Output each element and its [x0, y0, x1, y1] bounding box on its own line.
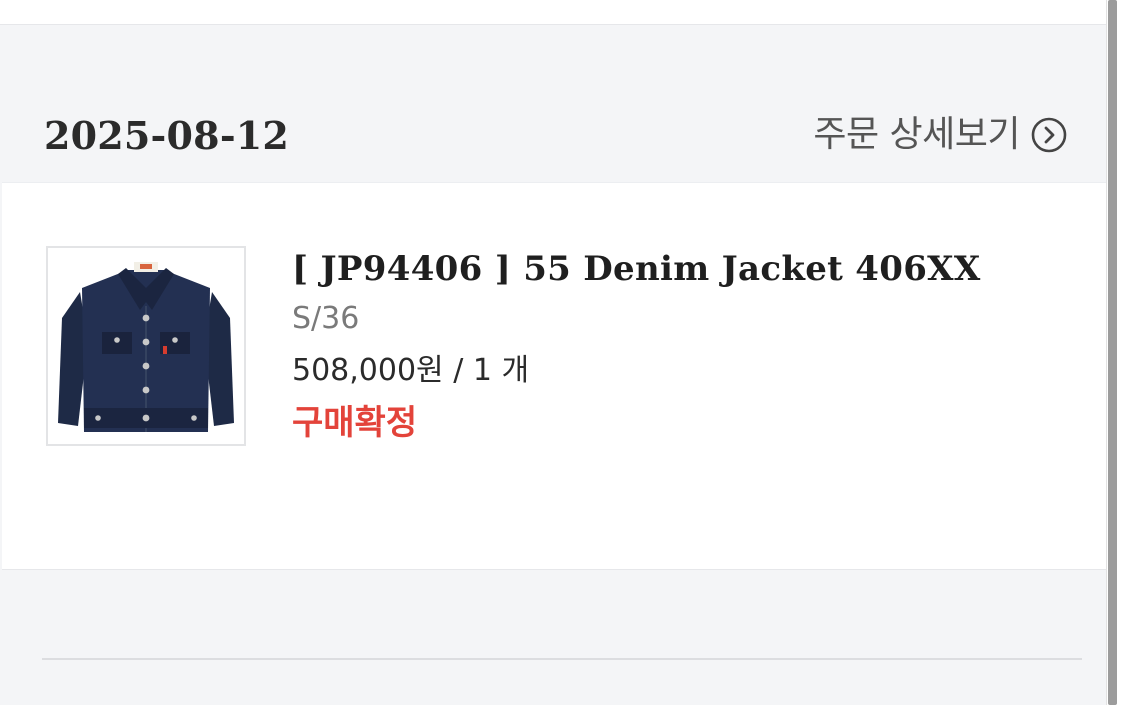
top-section-edge: [0, 0, 1107, 25]
order-item-card[interactable]: [ JP94406 ] 55 Denim Jacket 406XX S/36 5…: [2, 182, 1122, 570]
item-price-quantity: 508,000원 / 1 개: [292, 353, 530, 388]
denim-jacket-image: [48, 248, 244, 444]
section-divider: [42, 658, 1082, 660]
order-date: 2025-08-12: [44, 113, 290, 158]
item-info: [ JP94406 ] 55 Denim Jacket 406XX S/36 5…: [292, 247, 1072, 443]
scrollbar-thumb[interactable]: [1108, 0, 1117, 705]
order-status: 구매확정: [292, 403, 418, 443]
product-thumbnail[interactable]: [46, 246, 246, 446]
item-title[interactable]: [ JP94406 ] 55 Denim Jacket 406XX: [292, 247, 1072, 291]
chevron-right-circle-icon: [1030, 116, 1068, 154]
order-detail-label: 주문 상세보기: [813, 114, 1020, 155]
order-detail-link[interactable]: 주문 상세보기: [813, 111, 1068, 159]
item-option: S/36: [292, 301, 360, 336]
